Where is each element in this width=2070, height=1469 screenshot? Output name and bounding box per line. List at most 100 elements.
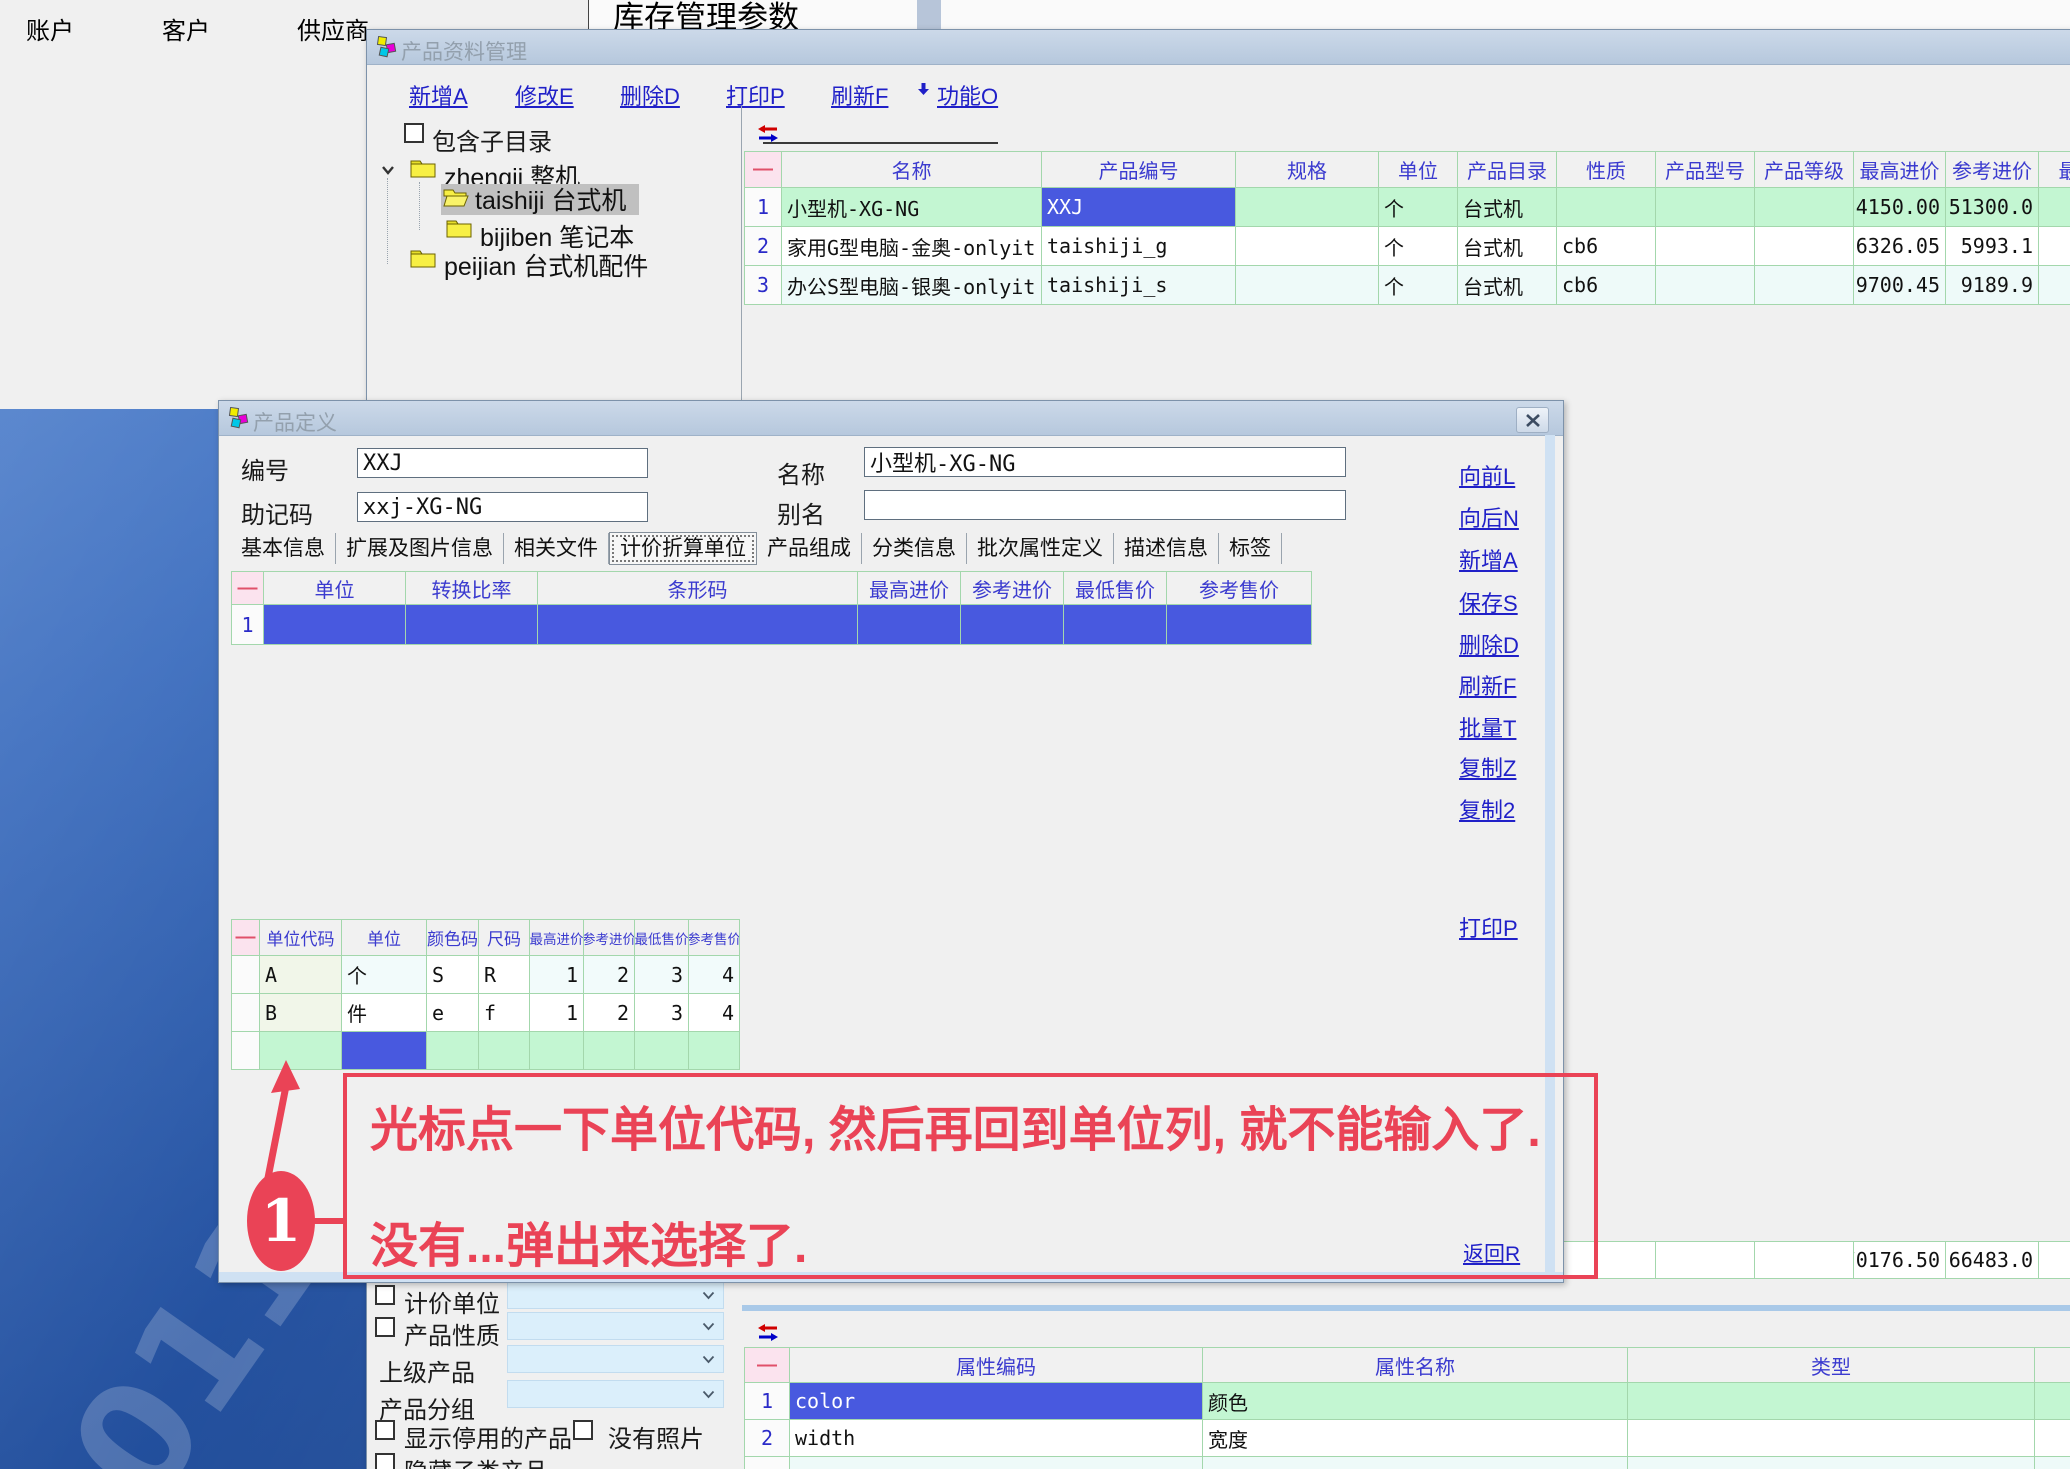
table-cell[interactable]: 家用G型电脑-金奥-onlyit — [782, 227, 1042, 266]
table-cell[interactable]: 5993.1 — [1946, 227, 2039, 266]
table-cell[interactable] — [1656, 266, 1755, 305]
tree-expand-icon[interactable] — [381, 162, 395, 180]
row-number-cell[interactable] — [232, 994, 260, 1032]
row-number-cell[interactable]: 1 — [745, 188, 782, 227]
table-cell[interactable] — [1656, 227, 1755, 266]
toolbar-link-2[interactable]: 修改E — [515, 79, 574, 111]
table-cell[interactable]: 9189.9 — [1946, 266, 2039, 305]
table-cell[interactable] — [1236, 266, 1379, 305]
table-cell[interactable] — [1656, 188, 1755, 227]
row-number-cell[interactable]: 2 — [745, 1420, 790, 1457]
filter-dropdown-2[interactable] — [507, 1312, 724, 1340]
column-header[interactable]: 名称 — [782, 152, 1042, 188]
table-cell[interactable]: XXJ — [1042, 188, 1236, 227]
column-header[interactable]: 参考售价 — [1167, 572, 1312, 605]
toolbar-link-1[interactable]: 新增A — [409, 79, 468, 111]
table-cell[interactable]: taishiji_s — [1042, 266, 1236, 305]
table-cell[interactable]: 颜色 — [1203, 1383, 1628, 1420]
table-cell[interactable] — [1755, 188, 1854, 227]
table-cell[interactable] — [2039, 266, 2070, 305]
toolbar-link-3[interactable]: 删除D — [620, 79, 680, 111]
side-button-3[interactable]: 新增A — [1459, 543, 1518, 575]
column-header[interactable]: 最低售价 — [1064, 572, 1167, 605]
filter-dropdown-3[interactable] — [507, 1345, 724, 1373]
column-header[interactable]: — — [232, 572, 264, 605]
toolbar-link-6[interactable]: 功能O — [937, 79, 998, 111]
toolbar-link-4[interactable]: 打印P — [726, 79, 785, 111]
side-button-7[interactable]: 批量T — [1459, 711, 1516, 743]
column-header[interactable]: 属性名称 — [1203, 1348, 1628, 1383]
column-header[interactable]: — — [745, 1348, 790, 1383]
table-cell[interactable]: cb6 — [1557, 266, 1656, 305]
field-input-3[interactable] — [357, 492, 648, 522]
field-input-4[interactable] — [864, 490, 1346, 520]
table-cell[interactable] — [858, 605, 961, 645]
tab-产品组成[interactable]: 产品组成 — [757, 533, 862, 564]
close-icon[interactable] — [1516, 407, 1549, 433]
table-cell[interactable]: A — [260, 956, 342, 994]
table-cell[interactable] — [1628, 1457, 2035, 1469]
table-cell[interactable]: cb6 — [1557, 227, 1656, 266]
table-cell[interactable]: 台式机 — [1458, 188, 1557, 227]
table-cell[interactable]: taishiji_g — [1042, 227, 1236, 266]
column-header[interactable]: 最低售价 — [2039, 152, 2070, 188]
table-cell[interactable] — [584, 1032, 635, 1070]
column-header[interactable]: 条形码 — [538, 572, 858, 605]
table-cell[interactable] — [1236, 188, 1379, 227]
locate-input[interactable] — [763, 142, 998, 144]
column-header[interactable]: 产品型号 — [1656, 152, 1755, 188]
swap-columns-icon[interactable] — [757, 124, 779, 149]
table-cell[interactable]: 3 — [635, 994, 689, 1032]
table-cell[interactable] — [538, 605, 858, 645]
print-button[interactable]: 打印P — [1459, 911, 1518, 943]
tree-item[interactable]: peijian 台式机配件 — [444, 247, 648, 283]
column-header[interactable]: — — [745, 152, 782, 188]
filter-dropdown-1[interactable] — [507, 1281, 724, 1309]
filter-checkbox-7[interactable] — [375, 1453, 395, 1469]
tab-分类信息[interactable]: 分类信息 — [862, 533, 967, 564]
table-cell[interactable] — [1628, 1420, 2035, 1457]
column-header[interactable]: 类型 — [1628, 1348, 2035, 1383]
side-button-2[interactable]: 向后N — [1459, 501, 1519, 533]
table-cell[interactable]: 1 — [530, 956, 584, 994]
table-cell[interactable]: 2 — [584, 994, 635, 1032]
table-cell[interactable]: 6326.05 — [1854, 227, 1946, 266]
row-number-cell[interactable]: 1 — [232, 605, 264, 645]
table-cell[interactable] — [635, 1032, 689, 1070]
menu-item-3[interactable]: 供应商 — [297, 11, 369, 46]
field-input-2[interactable] — [864, 447, 1346, 477]
side-button-6[interactable]: 刷新F — [1459, 669, 1516, 701]
column-header[interactable]: 单位 — [342, 920, 427, 956]
table-cell[interactable] — [2035, 1383, 2070, 1420]
column-header[interactable]: 最高进价 — [530, 920, 584, 956]
table-cell[interactable]: 个 — [1379, 227, 1458, 266]
table-cell[interactable]: 4 — [689, 994, 740, 1032]
table-cell[interactable]: 1 — [530, 994, 584, 1032]
table-cell[interactable] — [790, 1457, 1203, 1469]
menu-item-2[interactable]: 客户 — [162, 11, 210, 46]
table-cell[interactable] — [2035, 1420, 2070, 1457]
row-number-cell[interactable] — [745, 1457, 790, 1469]
row-number-cell[interactable]: 1 — [745, 1383, 790, 1420]
table-cell[interactable]: 个 — [1379, 188, 1458, 227]
column-header[interactable]: 单位代码 — [260, 920, 342, 956]
table-cell[interactable] — [689, 1032, 740, 1070]
table-cell[interactable] — [427, 1032, 479, 1070]
table-cell[interactable]: B — [260, 994, 342, 1032]
tab-描述信息[interactable]: 描述信息 — [1114, 533, 1219, 564]
side-button-9[interactable]: 复制2 — [1459, 793, 1515, 825]
table-cell[interactable]: 54150.00 — [1854, 188, 1946, 227]
dialog-titlebar[interactable]: 产品定义 — [219, 401, 1563, 436]
column-header[interactable]: 最高进价 — [858, 572, 961, 605]
table-cell[interactable]: 9700.45 — [1854, 266, 1946, 305]
table-cell[interactable] — [2039, 227, 2070, 266]
filter-checkbox-1[interactable] — [375, 1285, 395, 1305]
table-cell[interactable] — [2035, 1457, 2070, 1469]
column-header[interactable]: 单位 — [1379, 152, 1458, 188]
tab-标签[interactable]: 标签 — [1219, 533, 1282, 564]
table-cell[interactable]: 个 — [342, 956, 427, 994]
column-header[interactable]: 单位 — [264, 572, 406, 605]
table-cell[interactable]: 办公S型电脑-银奥-onlyit — [782, 266, 1042, 305]
column-header[interactable]: — — [232, 920, 260, 956]
side-button-8[interactable]: 复制Z — [1459, 751, 1516, 783]
